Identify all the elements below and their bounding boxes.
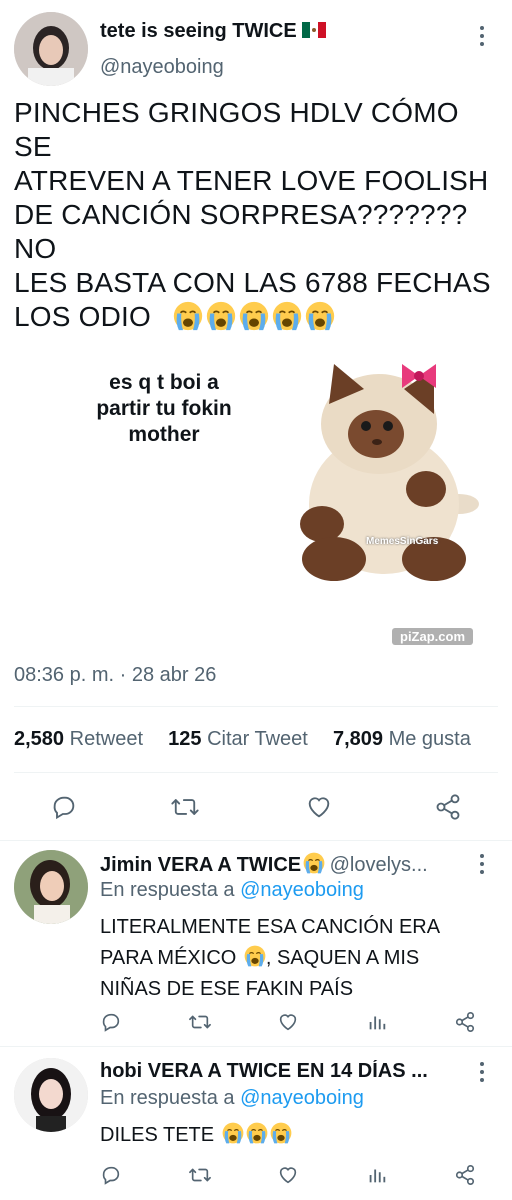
tweet-text-line: LES BASTA CON LAS 6788 FECHAS xyxy=(14,267,491,298)
author-avatar[interactable] xyxy=(14,12,88,86)
reply-author-name[interactable]: hobi VERA A TWICE EN 14 DÍAS ... xyxy=(100,1060,428,1083)
reply-author-handle[interactable]: @lovelys... xyxy=(330,854,428,876)
analytics-icon[interactable] xyxy=(366,1164,388,1186)
retweet-icon[interactable] xyxy=(170,793,200,821)
divider xyxy=(0,840,512,841)
crying-emoji-icon xyxy=(244,945,266,967)
meme-caption-line: mother xyxy=(128,423,200,446)
mexico-flag-icon xyxy=(302,21,327,41)
tweet-text-line-last: LOS ODIO xyxy=(14,300,504,334)
replying-to-link[interactable]: @nayeoboing xyxy=(240,1087,364,1109)
more-icon[interactable] xyxy=(470,1060,494,1084)
analytics-icon[interactable] xyxy=(366,1011,388,1033)
tweet-image[interactable]: es q t boi a partir tu fokin mother Meme… xyxy=(14,340,498,652)
reply-icon[interactable] xyxy=(100,1164,122,1186)
retweets-stat[interactable]: 2,580 Retweet xyxy=(14,728,143,750)
crying-emoji-icon xyxy=(222,1122,244,1144)
like-icon[interactable] xyxy=(277,1011,299,1033)
crying-emoji-icon xyxy=(173,301,203,331)
reply-header: Jimin VERA A TWICE @lovelys... xyxy=(100,852,468,877)
reply-icon[interactable] xyxy=(100,1011,122,1033)
like-icon[interactable] xyxy=(277,1164,299,1186)
divider xyxy=(0,1046,512,1047)
tweet-stats: 2,580 Retweet 125 Citar Tweet 7,809 Me g… xyxy=(14,728,471,751)
meme-caption-line: es q t boi a xyxy=(109,371,219,394)
plush-cat-image xyxy=(300,364,479,581)
retweet-icon[interactable] xyxy=(188,1164,212,1186)
reply-avatar[interactable] xyxy=(14,1058,88,1132)
crying-emoji-icon xyxy=(246,1122,268,1144)
replying-to-link[interactable]: @nayeoboing xyxy=(240,879,364,901)
retweet-icon[interactable] xyxy=(188,1011,212,1033)
reply-text: LITERALMENTE ESA CANCIÓN ERA PARA MÉXICO… xyxy=(100,912,500,1005)
crying-emoji-icon xyxy=(239,301,269,331)
reply-author-name[interactable]: Jimin VERA A TWICE xyxy=(100,854,301,876)
meme-caption: es q t boi a partir tu fokin mother xyxy=(74,370,254,448)
quotes-stat[interactable]: 125 Citar Tweet xyxy=(168,728,308,750)
share-icon[interactable] xyxy=(454,1164,476,1186)
tweet-text-line: PINCHES GRINGOS HDLV CÓMO SE xyxy=(14,97,459,162)
share-icon[interactable] xyxy=(454,1011,476,1033)
author-name[interactable]: tete is seeing TWICE xyxy=(100,20,327,43)
reply-icon[interactable] xyxy=(50,793,78,821)
share-icon[interactable] xyxy=(434,793,462,821)
tweet-text: PINCHES GRINGOS HDLV CÓMO SE ATREVEN A T… xyxy=(14,96,504,334)
likes-stat[interactable]: 7,809 Me gusta xyxy=(333,728,471,750)
pizap-logo: piZap.com xyxy=(392,628,474,645)
tweet-timestamp[interactable]: 08:36 p. m. · 28 abr 26 xyxy=(14,664,216,687)
tweet-text-line: ATREVEN A TENER LOVE FOOLISH xyxy=(14,165,489,196)
reply-text-line: PARA MÉXICO , SAQUEN A MIS xyxy=(100,945,420,969)
replying-to: En respuesta a @nayeoboing xyxy=(100,879,364,901)
reply-text: DILES TETE xyxy=(100,1120,292,1151)
crying-emoji-icon xyxy=(272,301,302,331)
more-icon[interactable] xyxy=(470,852,494,876)
replying-to: En respuesta a @nayeoboing xyxy=(100,1087,364,1109)
like-icon[interactable] xyxy=(305,793,333,821)
meme-watermark: MemesSinGars xyxy=(366,536,439,547)
crying-emoji-icon xyxy=(305,301,335,331)
crying-emoji-icon xyxy=(270,1122,292,1144)
divider xyxy=(14,772,498,773)
crying-emoji-icon xyxy=(206,301,236,331)
meme-caption-line: partir tu fokin xyxy=(96,397,232,420)
author-handle[interactable]: @nayeoboing xyxy=(100,56,224,79)
more-icon[interactable] xyxy=(470,24,494,48)
reply-avatar[interactable] xyxy=(14,850,88,924)
tweet-text-line: DE CANCIÓN SORPRESA??????? NO xyxy=(14,199,468,264)
crying-emoji-icon xyxy=(303,852,325,874)
divider xyxy=(14,706,498,707)
reply-text-line: NIÑAS DE ESE FAKIN PAÍS xyxy=(100,978,354,1000)
reply-text-line: LITERALMENTE ESA CANCIÓN ERA xyxy=(100,916,441,938)
